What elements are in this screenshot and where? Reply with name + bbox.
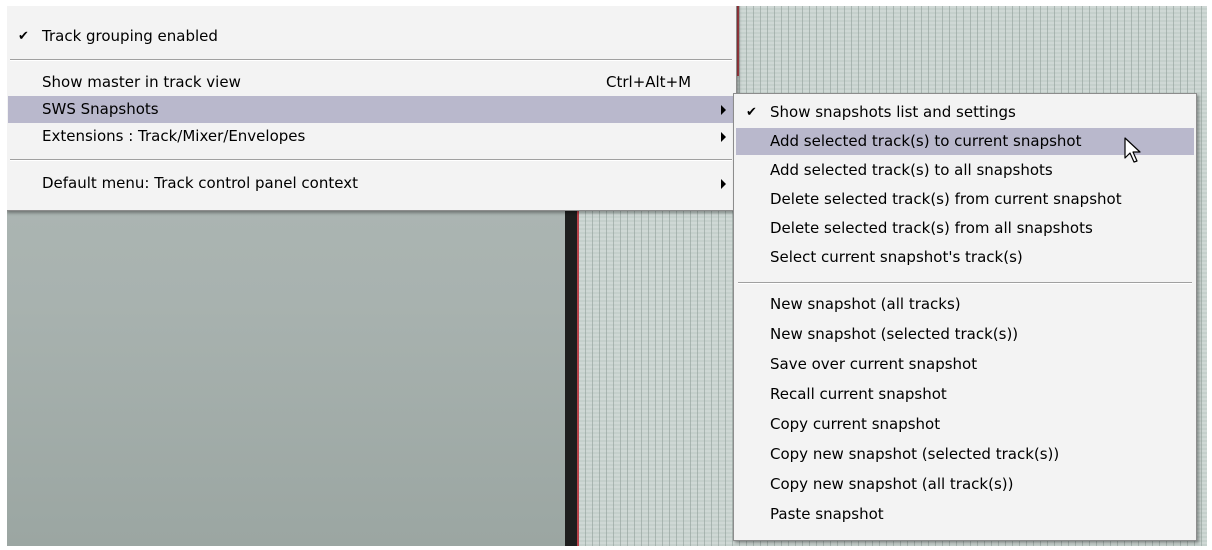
menu-item-label: Copy new snapshot (all track(s)) [770, 475, 1014, 493]
menu-item-label: New snapshot (all tracks) [770, 295, 961, 313]
menu-item-label: Recall current snapshot [770, 385, 947, 403]
master-track-divider-edge [737, 6, 739, 76]
submenu-item-select-snapshot-tracks[interactable]: Select current snapshot's track(s) [736, 244, 1194, 271]
menu-item-show-master[interactable]: Show master in track view Ctrl+Alt+M [8, 69, 734, 96]
arrow-pointer-icon [1124, 137, 1141, 163]
menu-item-default-menu[interactable]: Default menu: Track control panel contex… [8, 170, 734, 197]
submenu-item-show-snapshots-list[interactable]: ✔ Show snapshots list and settings [736, 99, 1194, 126]
menu-item-label: Copy new snapshot (selected track(s)) [770, 445, 1060, 463]
submenu-item-save-over-current[interactable]: Save over current snapshot [736, 351, 1194, 378]
menu-item-label: Select current snapshot's track(s) [770, 248, 1023, 266]
submenu-item-new-snapshot-selected[interactable]: New snapshot (selected track(s)) [736, 321, 1194, 348]
menu-separator [738, 282, 1192, 284]
submenu-item-copy-new-all[interactable]: Copy new snapshot (all track(s)) [736, 471, 1194, 498]
menu-item-sws-snapshots[interactable]: SWS Snapshots [8, 96, 734, 123]
menu-item-label: Delete selected track(s) from all snapsh… [770, 219, 1093, 237]
submenu-item-delete-from-current[interactable]: Delete selected track(s) from current sn… [736, 186, 1194, 213]
submenu-item-delete-from-all[interactable]: Delete selected track(s) from all snapsh… [736, 215, 1194, 242]
menu-item-label: Show master in track view [42, 73, 241, 91]
submenu-arrow-icon [721, 179, 726, 189]
track-context-menu: ✔ Track grouping enabled Show master in … [7, 6, 737, 211]
menu-item-label: Track grouping enabled [42, 27, 218, 45]
submenu-arrow-icon [721, 105, 726, 115]
menu-item-label: Extensions : Track/Mixer/Envelopes [42, 127, 306, 145]
submenu-item-paste-snapshot[interactable]: Paste snapshot [736, 501, 1194, 528]
menu-item-track-grouping-enabled[interactable]: ✔ Track grouping enabled [8, 23, 734, 50]
submenu-item-copy-new-selected[interactable]: Copy new snapshot (selected track(s)) [736, 441, 1194, 468]
checkmark-icon: ✔ [18, 29, 29, 44]
menu-item-label: Copy current snapshot [770, 415, 941, 433]
menu-item-shortcut: Ctrl+Alt+M [606, 73, 692, 91]
menu-item-label: Add selected track(s) to all snapshots [770, 161, 1053, 179]
menu-separator [10, 159, 732, 161]
submenu-arrow-icon [721, 132, 726, 142]
menu-item-label: Show snapshots list and settings [770, 103, 1016, 121]
menu-item-label: Save over current snapshot [770, 355, 978, 373]
menu-item-extensions[interactable]: Extensions : Track/Mixer/Envelopes [8, 123, 734, 150]
menu-item-label: SWS Snapshots [42, 100, 159, 118]
menu-item-label: New snapshot (selected track(s)) [770, 325, 1019, 343]
submenu-item-new-snapshot-all[interactable]: New snapshot (all tracks) [736, 291, 1194, 318]
menu-item-label: Delete selected track(s) from current sn… [770, 190, 1122, 208]
submenu-item-recall-current[interactable]: Recall current snapshot [736, 381, 1194, 408]
menu-item-label: Default menu: Track control panel contex… [42, 174, 358, 192]
menu-item-label: Paste snapshot [770, 505, 884, 523]
reaper-window: ✔ Track grouping enabled Show master in … [7, 6, 1207, 546]
menu-separator [10, 59, 732, 61]
menu-item-label: Add selected track(s) to current snapsho… [770, 132, 1082, 150]
submenu-item-copy-current[interactable]: Copy current snapshot [736, 411, 1194, 438]
checkmark-icon: ✔ [746, 105, 757, 120]
